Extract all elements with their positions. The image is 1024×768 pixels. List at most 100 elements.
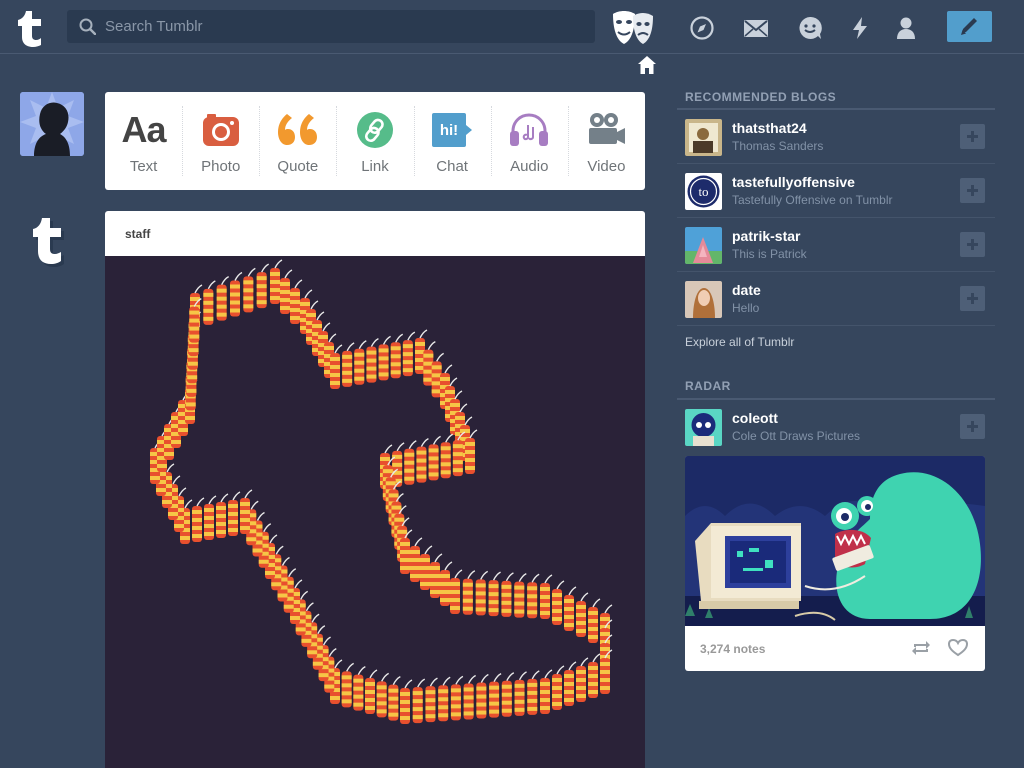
firecracker bbox=[475, 570, 489, 616]
firecracker bbox=[450, 675, 464, 721]
messaging-icon[interactable] bbox=[797, 15, 823, 41]
follow-button[interactable] bbox=[960, 178, 985, 203]
firecracker bbox=[354, 340, 367, 385]
svg-text:hi!: hi! bbox=[440, 122, 458, 139]
firecracker bbox=[564, 586, 577, 631]
firecracker bbox=[204, 495, 217, 540]
follow-button[interactable] bbox=[960, 414, 985, 439]
blog-title: Hello bbox=[732, 301, 760, 315]
firecracker bbox=[588, 598, 601, 643]
blog-title: This is Patrick bbox=[732, 247, 807, 261]
firecracker bbox=[514, 572, 527, 618]
post-type-audio[interactable]: Audio bbox=[490, 92, 568, 190]
blog-avatar[interactable] bbox=[685, 281, 722, 318]
follow-button[interactable] bbox=[960, 232, 985, 257]
follow-button[interactable] bbox=[960, 286, 985, 311]
svg-text:to: to bbox=[698, 184, 708, 199]
post-type-text[interactable]: Aa Text bbox=[105, 92, 182, 190]
user-avatar[interactable] bbox=[20, 92, 84, 156]
quote-icon bbox=[277, 114, 317, 145]
firecracker bbox=[576, 657, 589, 702]
firecracker bbox=[378, 335, 391, 381]
search-bar[interactable] bbox=[67, 10, 595, 43]
post-image[interactable] bbox=[105, 256, 645, 768]
camera-icon bbox=[202, 114, 239, 146]
blog-name[interactable]: coleott bbox=[732, 410, 778, 426]
firecracker bbox=[588, 653, 601, 698]
firecracker bbox=[192, 497, 205, 542]
blog-title: Thomas Sanders bbox=[732, 139, 824, 153]
firecracker bbox=[462, 570, 476, 615]
tumblr-logo[interactable] bbox=[16, 7, 50, 47]
compose-button[interactable] bbox=[947, 11, 992, 42]
blog-title: Cole Ott Draws Pictures bbox=[732, 429, 861, 443]
blog-name[interactable]: date bbox=[732, 282, 761, 298]
blog-name[interactable]: tastefullyoffensive bbox=[732, 174, 855, 190]
activity-icon[interactable] bbox=[847, 15, 873, 41]
firecracker bbox=[564, 661, 577, 706]
post-type-label: Video bbox=[587, 158, 626, 175]
account-icon[interactable] bbox=[893, 15, 919, 41]
post-type-label: Link bbox=[361, 158, 389, 175]
firecracker bbox=[576, 592, 589, 637]
blog-avatar[interactable] bbox=[685, 227, 722, 264]
radar-post-image[interactable] bbox=[685, 456, 985, 636]
firecracker bbox=[488, 571, 501, 617]
firecracker bbox=[540, 574, 553, 619]
recommended-blog-row[interactable]: patrik-star This is Patrick bbox=[677, 218, 995, 272]
firecracker bbox=[365, 669, 378, 714]
firecracker bbox=[412, 678, 426, 724]
firecracker bbox=[404, 440, 417, 485]
firecracker-tumblr-logo-image bbox=[150, 259, 613, 724]
firecracker-group bbox=[150, 259, 613, 724]
post-type-photo[interactable]: Photo bbox=[182, 92, 259, 190]
recommended-blog-row[interactable]: date Hello bbox=[677, 272, 995, 326]
follow-button[interactable] bbox=[960, 124, 985, 149]
monster-computer-illustration bbox=[685, 456, 985, 636]
firecracker bbox=[243, 267, 256, 313]
dashboard-masks-icon[interactable] bbox=[611, 10, 655, 46]
search-input[interactable] bbox=[105, 10, 585, 43]
post-type-chat[interactable]: hi! Chat bbox=[413, 92, 491, 190]
post-header: staff bbox=[105, 211, 645, 256]
inbox-icon[interactable] bbox=[743, 15, 769, 41]
firecracker bbox=[376, 672, 390, 718]
home-icon[interactable] bbox=[637, 55, 657, 75]
text-icon: Aa bbox=[121, 109, 167, 150]
post-type-video[interactable]: Video bbox=[567, 92, 645, 190]
post-type-label: Text bbox=[129, 158, 158, 175]
explore-all-link[interactable]: Explore all of Tumblr bbox=[685, 335, 794, 349]
post-type-link[interactable]: Link bbox=[336, 92, 413, 190]
blog-name[interactable]: thatsthat24 bbox=[732, 120, 807, 136]
blog-avatar[interactable] bbox=[685, 119, 722, 156]
firecracker bbox=[552, 580, 565, 625]
staff-avatar[interactable] bbox=[28, 214, 74, 270]
firecracker bbox=[390, 333, 404, 379]
firecracker bbox=[527, 670, 540, 715]
firecracker bbox=[476, 673, 489, 719]
firecracker bbox=[216, 276, 230, 321]
radar-blog-row[interactable]: coleott Cole Ott Draws Pictures bbox=[677, 400, 995, 454]
post-author-link[interactable]: staff bbox=[125, 227, 150, 241]
recommended-blog-row[interactable]: to tastefullyoffensive Tastefully Offens… bbox=[677, 164, 995, 218]
firecracker bbox=[402, 331, 416, 377]
radar-heading: RADAR bbox=[685, 379, 731, 393]
pencil-icon bbox=[961, 18, 977, 35]
blog-avatar[interactable] bbox=[685, 409, 722, 446]
heart-icon[interactable] bbox=[948, 639, 968, 657]
blog-name[interactable]: patrik-star bbox=[732, 228, 800, 244]
firecracker bbox=[501, 672, 515, 717]
link-icon bbox=[356, 112, 393, 148]
recommended-blogs-heading: RECOMMENDED BLOGS bbox=[685, 90, 837, 104]
firecracker bbox=[203, 280, 216, 325]
notes-count[interactable]: 3,274 notes bbox=[700, 642, 765, 656]
reblog-icon[interactable] bbox=[911, 639, 931, 657]
headphones-icon bbox=[510, 113, 549, 146]
radar-post-card: 3,274 notes bbox=[685, 456, 985, 671]
firecracker bbox=[552, 665, 565, 710]
explore-icon[interactable] bbox=[689, 15, 715, 41]
post-type-quote[interactable]: Quote bbox=[259, 92, 336, 190]
recommended-blog-row[interactable]: thatsthat24 Thomas Sanders bbox=[677, 110, 995, 164]
firecracker bbox=[463, 674, 476, 720]
blog-avatar[interactable]: to bbox=[685, 173, 722, 210]
